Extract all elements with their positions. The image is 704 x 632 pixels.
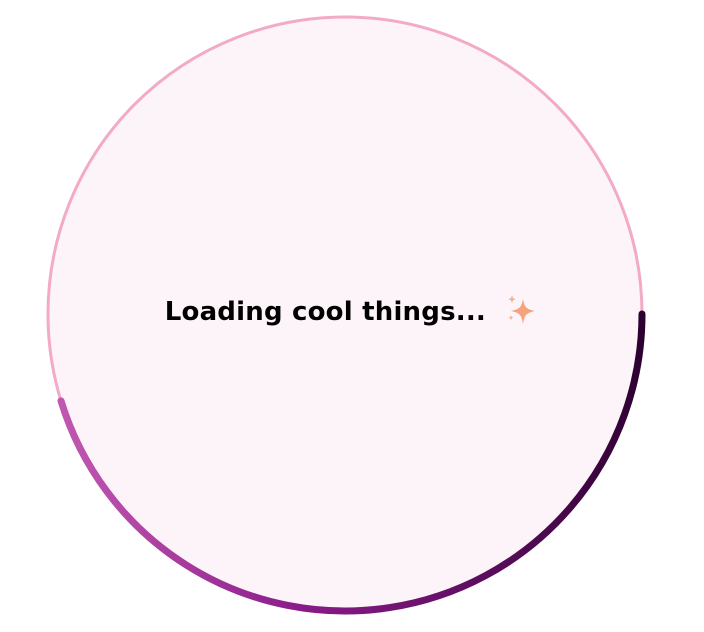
loading-message: Loading cool things... (164, 296, 486, 327)
loading-spinner: Loading cool things... (0, 0, 704, 632)
sparkles-icon (508, 294, 536, 324)
loading-message-row: Loading cool things... (0, 294, 704, 327)
